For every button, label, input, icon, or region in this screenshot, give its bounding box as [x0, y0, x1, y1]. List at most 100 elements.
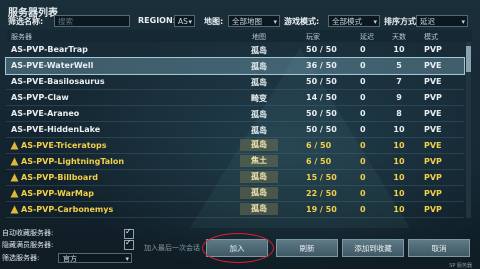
- search-input[interactable]: 搜索: [54, 15, 130, 27]
- table-row-selected[interactable]: AS-PVE-WaterWell 孤岛 36 / 50 0 5 PVE: [5, 56, 465, 76]
- server-players: 14 / 50: [306, 93, 337, 102]
- server-ping: 0: [360, 125, 366, 134]
- table-row[interactable]: AS-PVE-Basilosaurus 孤岛 50 / 50 0 7 PVE: [6, 74, 464, 91]
- server-mode: PVE: [424, 109, 442, 118]
- server-name: AS-PVP-WarMap: [21, 189, 94, 198]
- chevron-down-icon: ▾: [188, 18, 192, 26]
- server-players: 6 / 50: [306, 157, 332, 166]
- table-row[interactable]: AS-PVP-BearTrap 孤岛 50 / 50 0 10 PVP: [6, 42, 464, 59]
- hide-full-checkbox[interactable]: [124, 238, 134, 250]
- server-mode: PVP: [424, 93, 442, 102]
- map-value: 全部地图: [232, 17, 262, 26]
- server-mode: PVE: [424, 61, 442, 70]
- server-ping: 0: [360, 173, 366, 182]
- table-row-favorite[interactable]: AS-PVE-Triceratops 孤岛 6 / 50 0 10 PVE: [6, 138, 464, 155]
- region-label: REGION:: [138, 16, 176, 25]
- favorite-icon: [10, 141, 19, 150]
- server-map: 孤岛: [251, 46, 267, 55]
- column-ping[interactable]: 延迟: [360, 32, 374, 42]
- server-name: AS-PVP-LightningTalon: [21, 157, 125, 166]
- server-ping: 0: [360, 93, 366, 102]
- server-days: 8: [396, 109, 402, 118]
- search-placeholder: 搜索: [58, 17, 73, 26]
- chevron-down-icon: ▾: [273, 18, 277, 26]
- map-select[interactable]: 全部地图 ▾: [228, 15, 280, 27]
- map-filter-label: 地图:: [204, 17, 224, 26]
- table-row[interactable]: AS-PVE-HiddenLake 孤岛 50 / 50 0 10 PVE: [6, 122, 464, 139]
- column-days[interactable]: 天数: [392, 32, 406, 42]
- chevron-down-icon: ▾: [125, 255, 129, 263]
- table-row-favorite[interactable]: AS-PVP-WarMap 孤岛 22 / 50 0 10 PVP: [6, 186, 464, 203]
- chevron-down-icon: ▾: [461, 18, 465, 26]
- server-name: AS-PVP-Billboard: [21, 173, 98, 182]
- name-filter-label: 筛选名称:: [8, 17, 44, 26]
- server-players: 22 / 50: [306, 189, 337, 198]
- column-mode[interactable]: 模式: [424, 32, 438, 42]
- server-ping: 0: [360, 61, 366, 70]
- region-value: AS: [178, 17, 188, 26]
- server-map: 孤岛: [240, 187, 278, 199]
- version-label: SP 服务器: [449, 263, 472, 269]
- filter-servers-select[interactable]: 官方 ▾: [58, 253, 132, 263]
- server-name: AS-PVP-BearTrap: [11, 45, 88, 54]
- favorite-icon: [10, 157, 19, 166]
- server-days: 9: [396, 93, 402, 102]
- table-row[interactable]: AS-PVE-Araneo 孤岛 50 / 50 0 8 PVE: [6, 106, 464, 123]
- server-days: 5: [396, 61, 402, 70]
- server-players: 6 / 50: [306, 141, 332, 150]
- server-days: 7: [396, 77, 402, 86]
- server-name: AS-PVE-Araneo: [11, 109, 80, 118]
- column-map[interactable]: 地图: [252, 32, 266, 42]
- server-mode: PVE: [424, 141, 442, 150]
- mode-value: 全部模式: [332, 17, 362, 26]
- server-days: 10: [393, 173, 405, 182]
- server-name: AS-PVE-HiddenLake: [11, 125, 101, 134]
- add-favorite-button[interactable]: 添加到收藏: [342, 239, 404, 257]
- scrollbar[interactable]: [466, 42, 471, 218]
- server-mode: PVP: [424, 205, 442, 214]
- server-ping: 0: [360, 205, 366, 214]
- server-ping: 0: [360, 141, 366, 150]
- sort-value: 延迟: [420, 17, 435, 26]
- server-mode: PVP: [424, 173, 442, 182]
- server-players: 50 / 50: [306, 77, 337, 86]
- favorite-icon: [10, 173, 19, 182]
- mode-select[interactable]: 全部模式 ▾: [328, 15, 380, 27]
- server-days: 10: [393, 189, 405, 198]
- chevron-down-icon: ▾: [373, 18, 377, 26]
- server-days: 10: [393, 205, 405, 214]
- table-row-favorite[interactable]: AS-PVP-Billboard 孤岛 15 / 50 0 10 PVP: [6, 170, 464, 187]
- cancel-button[interactable]: 取消: [408, 239, 470, 257]
- scrollbar-thumb[interactable]: [466, 46, 471, 72]
- column-players[interactable]: 玩家: [306, 32, 320, 42]
- server-name: AS-PVP-Claw: [11, 93, 69, 102]
- column-server[interactable]: 服务器: [11, 32, 32, 42]
- sort-select[interactable]: 延迟 ▾: [416, 15, 468, 27]
- highlight-circle: [202, 233, 274, 263]
- table-row-favorite[interactable]: AS-PVP-LightningTalon 焦土 6 / 50 0 10 PVP: [6, 154, 464, 171]
- table-row-favorite[interactable]: AS-PVP-Carbonemys 孤岛 19 / 50 0 10 PVP: [6, 202, 464, 219]
- filter-servers-label: 筛选服务器:: [2, 254, 40, 262]
- server-mode: PVP: [424, 189, 442, 198]
- join-last-session-link[interactable]: 加入最后一次会话: [144, 243, 200, 253]
- server-map: 孤岛: [251, 126, 267, 135]
- hide-full-label: 隐藏满员服务器:: [2, 241, 54, 249]
- filter-servers-value: 官方: [63, 255, 77, 263]
- server-table: 服务器 地图 玩家 延迟 天数 模式 AS-PVP-BearTrap 孤岛 50…: [5, 30, 472, 220]
- favorite-icon: [10, 205, 19, 214]
- server-map: 孤岛: [240, 203, 278, 215]
- server-mode: PVE: [424, 77, 442, 86]
- server-name: AS-PVE-Basilosaurus: [11, 77, 105, 86]
- server-players: 50 / 50: [306, 125, 337, 134]
- server-days: 10: [393, 45, 405, 54]
- server-map: 畸变: [251, 94, 267, 103]
- filter-bar: 筛选名称: 搜索 REGION: AS ▾ 地图: 全部地图 ▾ 游戏模式: 全…: [8, 15, 472, 29]
- region-select[interactable]: AS ▾: [174, 15, 195, 27]
- server-ping: 0: [360, 189, 366, 198]
- server-days: 10: [393, 141, 405, 150]
- table-row[interactable]: AS-PVP-Claw 畸变 14 / 50 0 9 PVP: [6, 90, 464, 107]
- server-name: AS-PVE-WaterWell: [11, 61, 94, 70]
- refresh-button[interactable]: 刷新: [276, 239, 338, 257]
- server-ping: 0: [360, 45, 366, 54]
- server-ping: 0: [360, 109, 366, 118]
